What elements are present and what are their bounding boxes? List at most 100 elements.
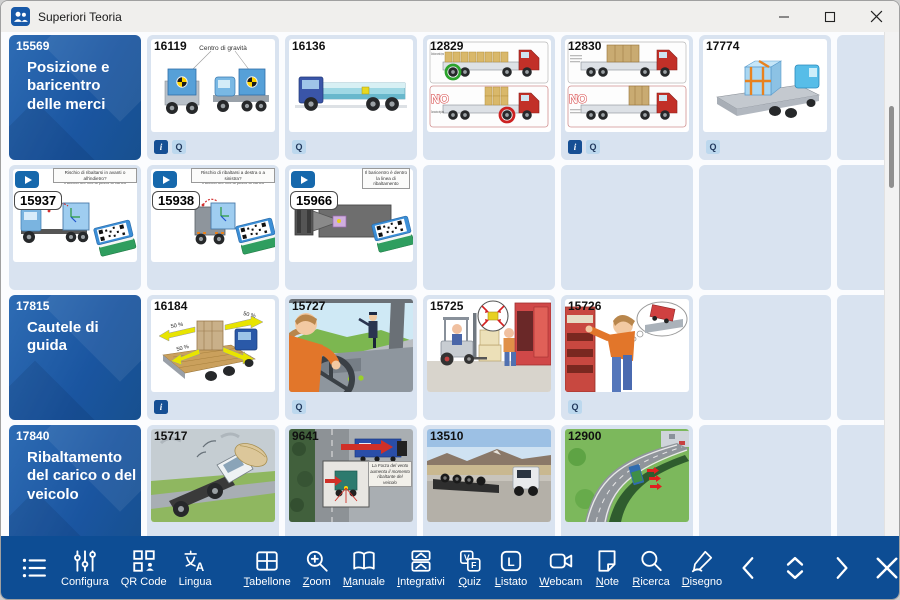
exit-button[interactable] [866, 544, 900, 592]
image-card-15726[interactable]: 15726 Q [561, 295, 693, 420]
card-number: 15725 [430, 299, 463, 313]
expand-collapse-button[interactable] [774, 544, 816, 592]
play-button[interactable] [15, 171, 39, 188]
chapter-card-17815[interactable]: 17815 Cautele di guida [9, 295, 141, 420]
toolbar-button-configura[interactable]: Configura [55, 536, 115, 599]
toolbar-navigation [728, 544, 900, 592]
listato-icon: L [498, 548, 524, 574]
app-icon [11, 7, 30, 26]
close-icon [870, 10, 883, 23]
prev-page-button[interactable] [728, 544, 770, 592]
empty-cell [699, 425, 831, 536]
card-number: 9641 [292, 429, 319, 443]
empty-cell [561, 165, 693, 290]
image-card-9641[interactable]: 9641 La Forza del vento aumenta il momen… [285, 425, 417, 536]
scrollbar[interactable] [884, 32, 899, 536]
list-view-button[interactable] [13, 536, 55, 599]
image-card-15717[interactable]: 15717 [147, 425, 279, 536]
quiz-badge[interactable]: Q [586, 140, 600, 154]
info-badge[interactable]: i [154, 400, 168, 414]
toolbar-label: Note [596, 577, 619, 588]
toolbar-label: QR Code [121, 577, 167, 588]
image-card-12829[interactable]: Distribuzione corretta del peso NO Sovra… [423, 35, 555, 160]
maximize-icon [824, 11, 836, 23]
toolbar-button-note[interactable]: Note [588, 536, 626, 599]
title-bar: Superiori Teoria [1, 1, 899, 32]
translate-icon: A [182, 548, 208, 574]
image-card-13510[interactable]: 13510 [423, 425, 555, 536]
card-number: 15569 [16, 39, 49, 53]
quiz-badge[interactable]: Q [292, 140, 306, 154]
maximize-button[interactable] [807, 1, 853, 32]
chapter-card-17840[interactable]: 17840 Ribaltamento del carico o del veic… [9, 425, 141, 536]
label-axle-overload: Sovraccarico degli assi [431, 110, 444, 114]
image-card-12830[interactable]: NO 12830 i Q [561, 35, 693, 160]
next-page-button[interactable] [820, 544, 862, 592]
play-button[interactable] [153, 171, 177, 188]
toolbar-button-listato[interactable]: L Listato [489, 536, 533, 599]
toolbar-button-zoom[interactable]: Zoom [297, 536, 337, 599]
no-label: NO [569, 92, 587, 106]
card-number: 16136 [292, 39, 325, 53]
image-card-16184[interactable]: 50 % 50 % 50 % 16184 i [147, 295, 279, 420]
image-card-16119[interactable]: Centro di gravità 16119 [147, 35, 279, 160]
quiz-badge[interactable]: Q [172, 140, 186, 154]
webcam-icon [548, 548, 574, 574]
video-card-15937[interactable]: 15937 Rischio di ribaltarsi in avanti o … [9, 165, 141, 290]
video-card-15966[interactable]: 15966 Il baricentro è dentro la linea di… [285, 165, 417, 290]
toolbar-label: Zoom [303, 577, 331, 588]
close-x-icon [872, 553, 900, 583]
toolbar-button-integrativi[interactable]: Integrativi [391, 536, 451, 599]
toolbar-button-ricerca[interactable]: Ricerca [626, 536, 675, 599]
app-window: Superiori Teoria 15569 Posizione e baric… [0, 0, 900, 600]
toolbar-button-quiz[interactable]: V F Quiz [451, 536, 489, 599]
quiz-badge[interactable]: Q [706, 140, 720, 154]
image-card-12900[interactable]: 12900 [561, 425, 693, 536]
quiz-badge[interactable]: Q [568, 400, 582, 414]
video-card-15938[interactable]: 15938 Rischio di ribaltarsi a destra o a… [147, 165, 279, 290]
image-card-15725[interactable]: 15725 [423, 295, 555, 420]
quiz-badge[interactable]: Q [292, 400, 306, 414]
true-false-icon: V F [457, 548, 483, 574]
image-card-15727[interactable]: 15727 Q [285, 295, 417, 420]
scrollbar-thumb[interactable] [889, 106, 894, 188]
info-badge[interactable]: i [568, 140, 582, 154]
toolbar-button-webcam[interactable]: Webcam [533, 536, 588, 599]
close-button[interactable] [853, 1, 899, 32]
info-badge[interactable]: i [154, 140, 168, 154]
card-number: 15727 [292, 299, 325, 313]
chapter-card-15569[interactable]: 15569 Posizione e baricentro delle merci [9, 35, 141, 160]
toolbar-label: Ricerca [632, 577, 669, 588]
toolbar-label: Disegno [682, 577, 722, 588]
card-number: 12830 [568, 39, 601, 53]
toolbar-label: Listato [495, 577, 527, 588]
chevron-left-icon [736, 553, 762, 583]
toolbar-label: Quiz [458, 577, 481, 588]
badge-row: Q [706, 140, 720, 154]
toolbar-button-qr-code[interactable]: QR Code [115, 536, 173, 599]
listato-letter: L [507, 554, 514, 568]
toolbar-button-tabellone[interactable]: Tabellone [238, 536, 297, 599]
toolbar-button-manuale[interactable]: Manuale [337, 536, 391, 599]
list-icon [19, 555, 49, 581]
image-card-16136[interactable]: 16136 Q [285, 35, 417, 160]
empty-cell [699, 165, 831, 290]
board-grid-icon [254, 548, 280, 574]
chevrons-up-down-icon [780, 553, 810, 583]
slide-grid: 15569 Posizione e baricentro delle merci… [9, 35, 899, 536]
percent-label: 50 % [170, 322, 183, 330]
sliders-icon [72, 548, 98, 574]
card-number: 16184 [154, 299, 187, 313]
toolbar-button-disegno[interactable]: Disegno [676, 536, 728, 599]
badge-row: i Q [568, 140, 600, 154]
minimize-button[interactable] [761, 1, 807, 32]
card-number: 16119 [154, 39, 187, 53]
badge-row: i [154, 400, 168, 414]
toolbar-button-lingua[interactable]: A Lingua [173, 536, 218, 599]
card-number: 15966 [290, 191, 338, 210]
play-button[interactable] [291, 171, 315, 188]
pen-draw-icon [689, 548, 715, 574]
card-number: 15937 [14, 191, 62, 210]
card-number: 17840 [16, 429, 49, 443]
image-card-17774[interactable]: 17774 Q [699, 35, 831, 160]
